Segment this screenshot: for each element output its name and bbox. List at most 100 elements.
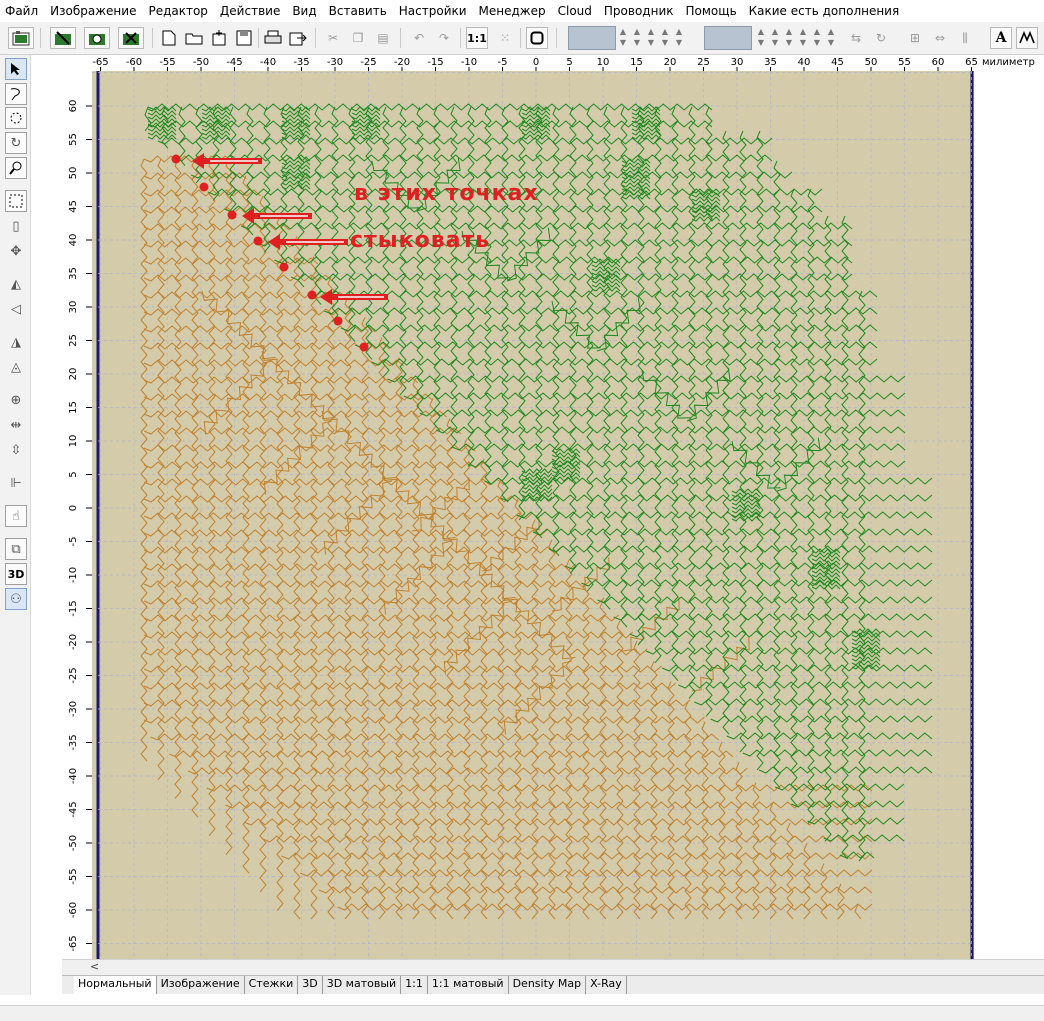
grid-icon[interactable]: ⫼ bbox=[954, 27, 976, 49]
menu-file[interactable]: Файл bbox=[0, 0, 44, 22]
stop-icon[interactable] bbox=[526, 27, 548, 49]
ruler-v-tick-label: 10 bbox=[68, 435, 79, 448]
menu-addons[interactable]: Какие есть дополнения bbox=[743, 0, 906, 22]
ruler-v-tick-label: 45 bbox=[68, 200, 79, 213]
rotate-tool-icon[interactable]: ↻ bbox=[5, 132, 27, 154]
spin-5-icon[interactable]: ▲ ▼ bbox=[674, 26, 684, 50]
spin-4-icon[interactable]: ▲ ▼ bbox=[660, 26, 670, 50]
ruler-v-tick-label: -55 bbox=[68, 868, 79, 884]
menu-view[interactable]: Вид bbox=[286, 0, 322, 22]
print-icon[interactable] bbox=[262, 27, 284, 49]
flip-2-icon[interactable]: ◬ bbox=[5, 356, 27, 378]
rotate-icon[interactable]: ↻ bbox=[870, 27, 892, 49]
menu-image[interactable]: Изображение bbox=[44, 0, 142, 22]
menu-insert[interactable]: Вставить bbox=[323, 0, 393, 22]
spread-h-icon[interactable]: ⇹ bbox=[5, 414, 27, 436]
open-design-icon[interactable] bbox=[8, 27, 34, 49]
align-tool-icon[interactable]: ⊩ bbox=[5, 472, 27, 494]
align-icon[interactable]: ⊞ bbox=[904, 27, 926, 49]
select-all-icon[interactable]: ⁙ bbox=[494, 27, 516, 49]
zoom-1-1-icon[interactable]: 1:1 bbox=[466, 27, 488, 49]
open-folder-icon[interactable] bbox=[183, 27, 205, 49]
tab-x-ray[interactable]: X-Ray bbox=[586, 976, 627, 994]
color-box-1[interactable] bbox=[568, 26, 616, 50]
ruler-h-tick-label: -60 bbox=[126, 57, 142, 68]
menu-cloud[interactable]: Cloud bbox=[552, 0, 598, 22]
spacing-icon[interactable]: ⇔ bbox=[929, 27, 951, 49]
join-point-dot bbox=[253, 236, 263, 246]
spin-1-icon[interactable]: ▲ ▼ bbox=[618, 26, 628, 50]
save-icon[interactable] bbox=[233, 27, 255, 49]
lasso-icon[interactable] bbox=[5, 83, 27, 105]
font-icon[interactable]: A bbox=[990, 27, 1012, 49]
spin-6-icon[interactable]: ▲ ▼ bbox=[756, 26, 766, 50]
spin-8-icon[interactable]: ▲ ▼ bbox=[784, 26, 794, 50]
cut-icon[interactable]: ✂ bbox=[322, 27, 344, 49]
spin-11-icon[interactable]: ▲ ▼ bbox=[826, 26, 836, 50]
tab-1-1-matte[interactable]: 1:1 матовый bbox=[428, 976, 509, 994]
ruler-v-tick-label: -50 bbox=[68, 835, 79, 851]
mirror-v-icon[interactable]: ◁ bbox=[5, 298, 27, 320]
design-canvas[interactable]: в этих точках стыковать bbox=[92, 71, 974, 959]
annotation-line-1: в этих точках bbox=[354, 181, 539, 206]
ruler-v-tick-label: 55 bbox=[68, 133, 79, 146]
menu-help[interactable]: Помощь bbox=[680, 0, 743, 22]
ruler-v-tick-label: 35 bbox=[68, 267, 79, 280]
frame-icon[interactable]: ⧉ bbox=[5, 538, 27, 560]
menu-explorer[interactable]: Проводник bbox=[598, 0, 680, 22]
monogram-icon[interactable] bbox=[1016, 27, 1038, 49]
horizontal-scrollbar[interactable]: < bbox=[62, 959, 1044, 976]
menu-editor[interactable]: Редактор bbox=[142, 0, 213, 22]
camera-icon[interactable] bbox=[84, 27, 110, 49]
paste-icon[interactable]: ▤ bbox=[372, 27, 394, 49]
view-3d-icon[interactable]: 3D bbox=[5, 563, 27, 585]
menu-action[interactable]: Действие bbox=[214, 0, 286, 22]
tab-density-map[interactable]: Density Map bbox=[509, 976, 587, 994]
mirror-icon[interactable]: ⇆ bbox=[845, 27, 867, 49]
new-file-icon[interactable] bbox=[158, 27, 180, 49]
circle-select-icon[interactable] bbox=[5, 107, 27, 129]
color-box-2[interactable] bbox=[704, 26, 752, 50]
tab-image[interactable]: Изображение bbox=[157, 976, 245, 994]
hand-pointer-icon[interactable]: ☝ bbox=[5, 505, 27, 527]
ruler-v-tick-label: 0 bbox=[68, 505, 79, 511]
tab-1-1[interactable]: 1:1 bbox=[401, 976, 428, 994]
insert-icon[interactable] bbox=[208, 27, 230, 49]
copy-icon[interactable]: ❐ bbox=[347, 27, 369, 49]
page-icon[interactable]: ▯ bbox=[5, 215, 27, 237]
join-point-dot bbox=[171, 154, 181, 164]
pointer-arrow-icon[interactable] bbox=[5, 58, 27, 80]
tab-stitches[interactable]: Стежки bbox=[245, 976, 299, 994]
spin-2-icon[interactable]: ▲ ▼ bbox=[632, 26, 642, 50]
check-icon[interactable] bbox=[118, 27, 144, 49]
ruler-v-tick-label: -5 bbox=[68, 537, 79, 547]
ruler-h-tick-label: 65 bbox=[965, 57, 978, 68]
ruler-h-tick-label: -55 bbox=[159, 57, 175, 68]
spin-7-icon[interactable]: ▲ ▼ bbox=[770, 26, 780, 50]
tab-normal[interactable]: Нормальный bbox=[74, 976, 157, 994]
stitch-tool-icon[interactable] bbox=[50, 27, 76, 49]
tab-3d[interactable]: 3D bbox=[298, 976, 323, 994]
left-toolbar: ↻ ▯ ✥ ◭ ◁ ◮ ◬ ⊕ ⇹ ⇳ ⊩ ☝ ⧉ 3D ⚇ bbox=[0, 55, 31, 995]
canvas-right-margin bbox=[974, 71, 1044, 959]
flip-icon[interactable]: ◮ bbox=[5, 331, 27, 353]
undo-icon[interactable]: ↶ bbox=[408, 27, 430, 49]
spread-v-icon[interactable]: ⇳ bbox=[5, 439, 27, 461]
tab-3d-matte[interactable]: 3D матовый bbox=[323, 976, 402, 994]
spin-10-icon[interactable]: ▲ ▼ bbox=[812, 26, 822, 50]
zoom-icon[interactable] bbox=[5, 157, 27, 179]
spin-3-icon[interactable]: ▲ ▼ bbox=[646, 26, 656, 50]
person-icon[interactable]: ⚇ bbox=[5, 588, 27, 610]
export-icon[interactable] bbox=[287, 27, 309, 49]
menu-manager[interactable]: Менеджер bbox=[473, 0, 552, 22]
scroll-left-arrow-icon[interactable]: < bbox=[90, 960, 99, 973]
annotation-line-2: стыковать bbox=[350, 228, 491, 253]
move-icon[interactable]: ✥ bbox=[5, 240, 27, 262]
spin-9-icon[interactable]: ▲ ▼ bbox=[798, 26, 808, 50]
mirror-h-icon[interactable]: ◭ bbox=[5, 273, 27, 295]
redo-icon[interactable]: ↷ bbox=[433, 27, 455, 49]
main-toolbar: ✂ ❐ ▤ ↶ ↷ 1:1 ⁙ ▲ ▼ ▲ ▼ ▲ ▼ ▲ ▼ ▲ ▼ ▲ ▼ ▲ ▼ ▲ ▼ … bbox=[0, 22, 1044, 55]
center-icon[interactable]: ⊕ bbox=[5, 389, 27, 411]
menu-settings[interactable]: Настройки bbox=[393, 0, 473, 22]
rectangle-select-icon[interactable] bbox=[5, 190, 27, 212]
